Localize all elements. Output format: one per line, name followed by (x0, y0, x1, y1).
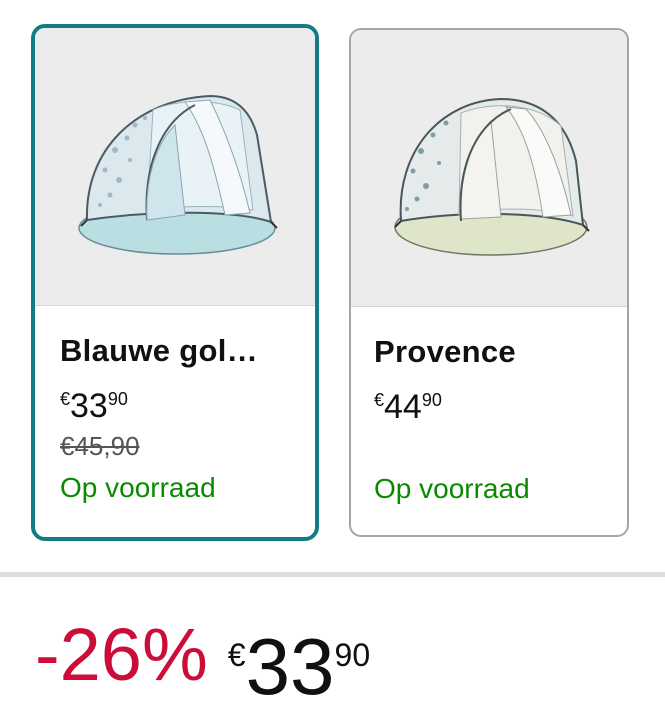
price-whole: 44 (384, 388, 422, 426)
price-currency: € (374, 390, 385, 410)
product-page: Blauwe gol… €3390 €45,90 Op voorraad Pro… (0, 0, 665, 720)
variant-image-provence-tent (351, 30, 627, 307)
stock-status: Op voorraad (60, 472, 216, 503)
section-divider (0, 572, 665, 577)
variant-card-provence[interactable]: Provence €4490 Op voorraad (349, 28, 629, 537)
tent-provence-illustration (394, 97, 590, 256)
tent-blue-illustration (78, 94, 278, 255)
variant-details: Provence €4490 Op voorraad (351, 332, 627, 508)
variant-price: €4490 (374, 380, 627, 426)
current-price: €3390 (228, 610, 370, 720)
variant-title: Provence (374, 334, 516, 369)
price-whole: 33 (245, 622, 335, 711)
variant-card-blauwe-golf[interactable]: Blauwe gol… €3390 €45,90 Op voorraad (31, 24, 319, 541)
price-currency: € (227, 637, 246, 673)
variant-details: Blauwe gol… €3390 €45,90 Op voorraad (35, 331, 315, 507)
discount-percentage: -26% (35, 613, 208, 696)
variant-price: €3390 (60, 379, 315, 425)
price-fraction: 90 (421, 390, 442, 410)
variant-image-blue-tent (35, 28, 315, 306)
price-fraction: 90 (107, 389, 128, 409)
price-currency: € (60, 389, 71, 409)
variant-selector: Blauwe gol… €3390 €45,90 Op voorraad Pro… (0, 0, 665, 575)
price-whole: 33 (70, 387, 108, 425)
was-price: €45,90 (60, 431, 140, 461)
price-fraction: 90 (334, 637, 371, 673)
price-summary: -26% €3390 (35, 610, 370, 711)
stock-status: Op voorraad (374, 473, 530, 504)
variant-title: Blauwe gol… (60, 333, 258, 368)
